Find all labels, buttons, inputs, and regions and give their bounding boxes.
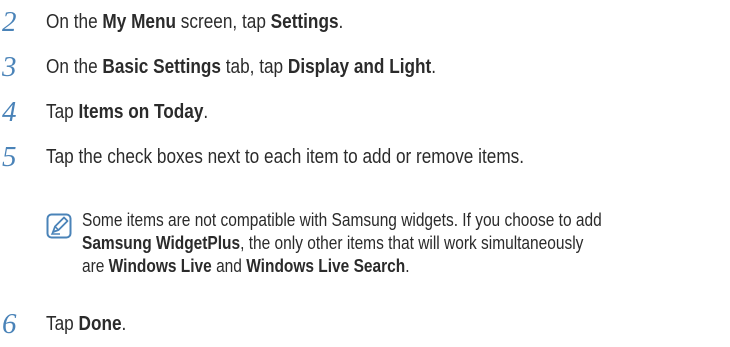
note-text: Some items are not compatible with Samsu…: [82, 209, 730, 278]
note-line: are Windows Live and Windows Live Search…: [82, 256, 410, 276]
step-3: 3 On the Basic Settings tab, tap Display…: [0, 49, 730, 85]
step-5: 5 Tap the check boxes next to each item …: [0, 139, 730, 175]
step-2: 2 On the My Menu screen, tap Settings.: [0, 4, 730, 40]
step-number: 3: [2, 51, 17, 83]
bold-term: Windows Live: [108, 256, 212, 276]
step-6: 6 Tap Done.: [0, 306, 730, 342]
bold-term: Basic Settings: [102, 56, 221, 78]
step-number: 6: [2, 308, 17, 340]
note-line: Samsung WidgetPlus, the only other items…: [82, 233, 584, 253]
step-4: 4 Tap Items on Today.: [0, 94, 730, 130]
step-text: Tap Done.: [46, 313, 127, 335]
bold-term: Settings: [270, 11, 339, 33]
bold-term: Windows Live Search: [246, 256, 406, 276]
step-text: Tap Items on Today.: [46, 101, 209, 123]
step-text: On the Basic Settings tab, tap Display a…: [46, 56, 437, 78]
note-line: Some items are not compatible with Samsu…: [82, 210, 602, 230]
step-number: 2: [2, 6, 17, 38]
step-number: 4: [2, 96, 17, 128]
step-text: On the My Menu screen, tap Settings.: [46, 11, 344, 33]
step-number: 5: [2, 141, 17, 173]
note-box: Some items are not compatible with Samsu…: [44, 209, 730, 279]
bold-term: Display and Light: [287, 56, 432, 78]
bold-term: Done: [78, 313, 122, 335]
bold-term: My Menu: [102, 11, 177, 33]
bold-term: Samsung WidgetPlus: [82, 233, 241, 253]
step-text: Tap the check boxes next to each item to…: [46, 146, 525, 168]
note-pencil-icon: [46, 213, 72, 239]
bold-term: Items on Today: [78, 101, 204, 123]
